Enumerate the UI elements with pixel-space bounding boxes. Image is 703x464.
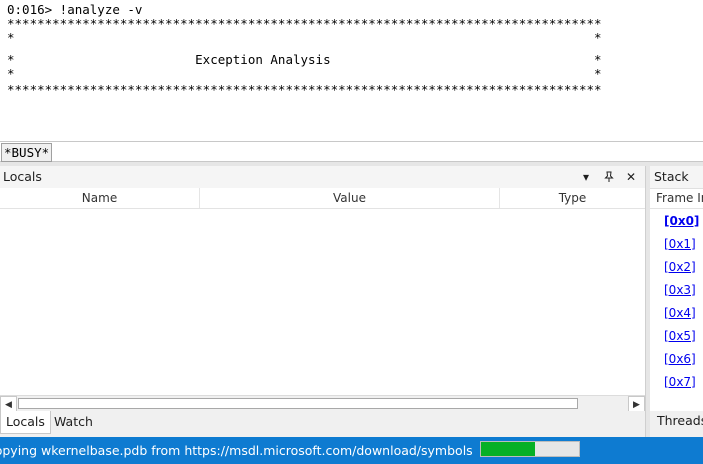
output-line: * * bbox=[7, 30, 602, 45]
tab-threads[interactable]: Threads bbox=[657, 413, 703, 428]
scroll-left-icon[interactable]: ◀ bbox=[0, 396, 17, 412]
scrollbar-thumb[interactable] bbox=[18, 398, 578, 409]
frame-link[interactable]: [0x6] bbox=[664, 352, 696, 366]
frame-link[interactable]: [0x2] bbox=[664, 260, 696, 274]
horizontal-scrollbar[interactable]: ◀ ▶ bbox=[0, 395, 645, 412]
progress-fill bbox=[481, 442, 535, 456]
locals-title: Locals bbox=[3, 169, 42, 184]
stack-tab-strip: Threads bbox=[650, 411, 703, 437]
frame-link[interactable]: [0x7] bbox=[664, 375, 696, 389]
frame-link[interactable]: [0x3] bbox=[664, 283, 696, 297]
close-icon[interactable]: ✕ bbox=[622, 168, 640, 186]
busy-label: *BUSY* bbox=[1, 143, 53, 162]
output-line: ****************************************… bbox=[7, 82, 602, 97]
output-line: * Exception Analysis * bbox=[7, 52, 602, 67]
column-name[interactable]: Name bbox=[0, 188, 200, 208]
locals-list bbox=[0, 209, 645, 395]
frame-link[interactable]: [0x1] bbox=[664, 237, 696, 251]
column-value[interactable]: Value bbox=[200, 188, 500, 208]
command-input[interactable] bbox=[55, 143, 701, 162]
scroll-right-icon[interactable]: ▶ bbox=[628, 396, 645, 412]
download-progress-bar bbox=[480, 441, 580, 457]
column-type[interactable]: Type bbox=[500, 188, 645, 208]
command-input-bar: *BUSY* bbox=[0, 141, 703, 162]
command-output: 0:016> !analyze -v *********************… bbox=[0, 0, 703, 141]
column-frame-index[interactable]: Frame In bbox=[650, 188, 703, 209]
stack-pane: Stack Frame In [0x0] [0x1] [0x2] [0x3] [… bbox=[650, 166, 703, 437]
status-bar: Copying wkernelbase.pdb from https://msd… bbox=[0, 437, 703, 464]
pin-icon[interactable] bbox=[600, 168, 618, 186]
stack-header: Stack bbox=[650, 166, 703, 189]
locals-header: Locals ▾ ✕ bbox=[0, 166, 645, 189]
chevron-down-icon[interactable]: ▾ bbox=[577, 168, 595, 186]
status-text: Copying wkernelbase.pdb from https://msd… bbox=[0, 443, 473, 458]
locals-column-header: Name Value Type bbox=[0, 188, 645, 209]
frame-link[interactable]: [0x4] bbox=[664, 306, 696, 320]
tab-watch[interactable]: Watch bbox=[49, 411, 98, 433]
tab-locals[interactable]: Locals bbox=[0, 411, 51, 434]
frame-link[interactable]: [0x0] bbox=[664, 214, 699, 228]
locals-pane: Locals ▾ ✕ Name Value Type ◀ ▶ Locals Wa… bbox=[0, 166, 646, 437]
stack-title: Stack bbox=[654, 169, 689, 184]
output-line: 0:016> !analyze -v bbox=[7, 2, 143, 17]
frame-link[interactable]: [0x5] bbox=[664, 329, 696, 343]
output-line: * * bbox=[7, 66, 602, 81]
output-line: ****************************************… bbox=[7, 16, 602, 31]
locals-tab-strip: Locals Watch bbox=[0, 411, 645, 437]
